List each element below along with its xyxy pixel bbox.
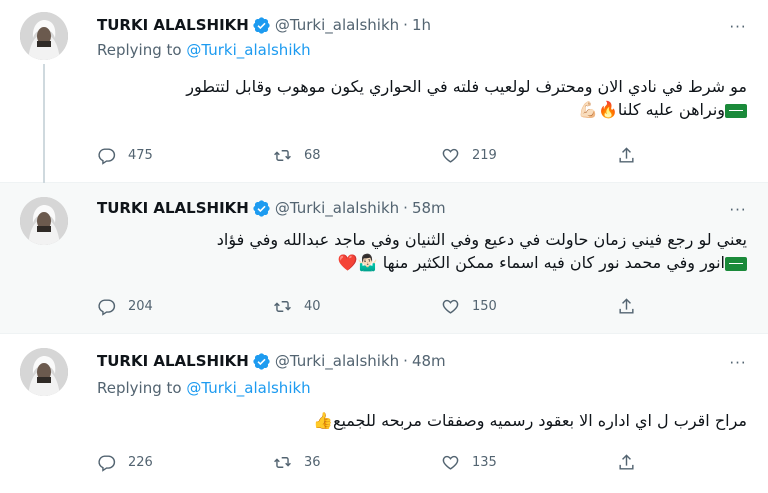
like-button[interactable]: 150 xyxy=(441,297,497,316)
tweet-text-line: ونراهن عليه كلنا🔥💪🏻 xyxy=(578,100,725,119)
reply-icon xyxy=(98,454,116,472)
verified-badge-icon xyxy=(253,352,270,370)
retweet-count: 68 xyxy=(304,147,321,163)
replying-label: Replying to xyxy=(97,41,182,59)
retweet-icon xyxy=(274,300,291,312)
reply-button[interactable]: 475 xyxy=(97,146,153,165)
replying-to: Replying to @Turki_alalshikh xyxy=(97,379,311,397)
retweet-icon xyxy=(274,149,291,161)
timestamp[interactable]: 48m xyxy=(412,352,446,370)
replying-handle-link[interactable]: @Turki_alalshikh xyxy=(186,41,310,59)
separator-dot: · xyxy=(403,16,408,34)
retweet-button[interactable]: 40 xyxy=(273,297,321,316)
like-count: 135 xyxy=(472,454,497,470)
heart-icon xyxy=(442,455,459,470)
author-handle[interactable]: @Turki_alalshikh xyxy=(275,352,399,370)
tweet-text-line: انور وفي محمد نور كان فيه اسماء ممكن الك… xyxy=(337,253,725,272)
heart-icon xyxy=(442,148,459,163)
share-icon xyxy=(619,297,634,314)
tweet-text-line: يعني لو رجع فيني زمان حاولت في دعيع وفي … xyxy=(216,230,747,249)
avatar[interactable] xyxy=(20,197,68,245)
saudi-flag-icon xyxy=(725,256,747,271)
thread-line xyxy=(43,64,45,189)
reply-button[interactable]: 226 xyxy=(97,453,153,472)
tweet-text: مو شرط في نادي الان ومحترف لولعيب فلته ف… xyxy=(97,75,747,121)
verified-badge-icon xyxy=(253,199,270,217)
separator-dot: · xyxy=(403,199,408,217)
reply-count: 204 xyxy=(128,298,153,314)
share-icon xyxy=(619,146,634,163)
replying-handle-link[interactable]: @Turki_alalshikh xyxy=(186,379,310,397)
tweet-2[interactable]: TURKI ALALSHIKH @Turki_alalshikh · 58m ·… xyxy=(0,183,768,334)
verified-badge-icon xyxy=(253,16,270,34)
reply-count: 475 xyxy=(128,147,153,163)
like-count: 219 xyxy=(472,147,497,163)
share-button[interactable] xyxy=(617,146,648,165)
reply-icon xyxy=(98,147,116,165)
share-button[interactable] xyxy=(617,453,648,472)
author-name[interactable]: TURKI ALALSHIKH xyxy=(97,199,249,217)
like-button[interactable]: 135 xyxy=(441,453,497,472)
avatar[interactable] xyxy=(20,12,68,60)
timestamp[interactable]: 1h xyxy=(412,16,431,34)
replying-label: Replying to xyxy=(97,379,182,397)
retweet-button[interactable]: 68 xyxy=(273,146,321,165)
tweet-text-line: مراح اقرب ل اي اداره الا بعقود رسميه وصف… xyxy=(313,411,747,430)
reply-icon xyxy=(98,298,116,316)
tweet-1[interactable]: TURKI ALALSHIKH @Turki_alalshikh · 1h ··… xyxy=(0,0,768,189)
avatar[interactable] xyxy=(20,348,68,396)
tweet-3[interactable]: TURKI ALALSHIKH @Turki_alalshikh · 48m ·… xyxy=(0,334,768,493)
replying-to: Replying to @Turki_alalshikh xyxy=(97,41,311,59)
share-icon xyxy=(619,453,634,470)
like-count: 150 xyxy=(472,298,497,314)
like-button[interactable]: 219 xyxy=(441,146,497,165)
more-options-icon[interactable]: ··· xyxy=(728,17,748,37)
retweet-count: 40 xyxy=(304,298,321,314)
retweet-icon xyxy=(274,456,291,468)
tweet-text-line: مو شرط في نادي الان ومحترف لولعيب فلته ف… xyxy=(186,77,747,96)
author-name[interactable]: TURKI ALALSHIKH xyxy=(97,352,249,370)
heart-icon xyxy=(442,299,459,314)
saudi-flag-icon xyxy=(725,103,747,118)
more-options-icon[interactable]: ··· xyxy=(728,353,748,373)
more-options-icon[interactable]: ··· xyxy=(728,200,748,220)
retweet-button[interactable]: 36 xyxy=(273,453,321,472)
tweet-text: يعني لو رجع فيني زمان حاولت في دعيع وفي … xyxy=(97,228,747,274)
reply-button[interactable]: 204 xyxy=(97,297,153,316)
share-button[interactable] xyxy=(617,297,648,316)
author-handle[interactable]: @Turki_alalshikh xyxy=(275,16,399,34)
timestamp[interactable]: 58m xyxy=(412,199,446,217)
author-name[interactable]: TURKI ALALSHIKH xyxy=(97,16,249,34)
reply-count: 226 xyxy=(128,454,153,470)
retweet-count: 36 xyxy=(304,454,321,470)
separator-dot: · xyxy=(403,352,408,370)
tweet-text: مراح اقرب ل اي اداره الا بعقود رسميه وصف… xyxy=(97,409,747,432)
author-handle[interactable]: @Turki_alalshikh xyxy=(275,199,399,217)
